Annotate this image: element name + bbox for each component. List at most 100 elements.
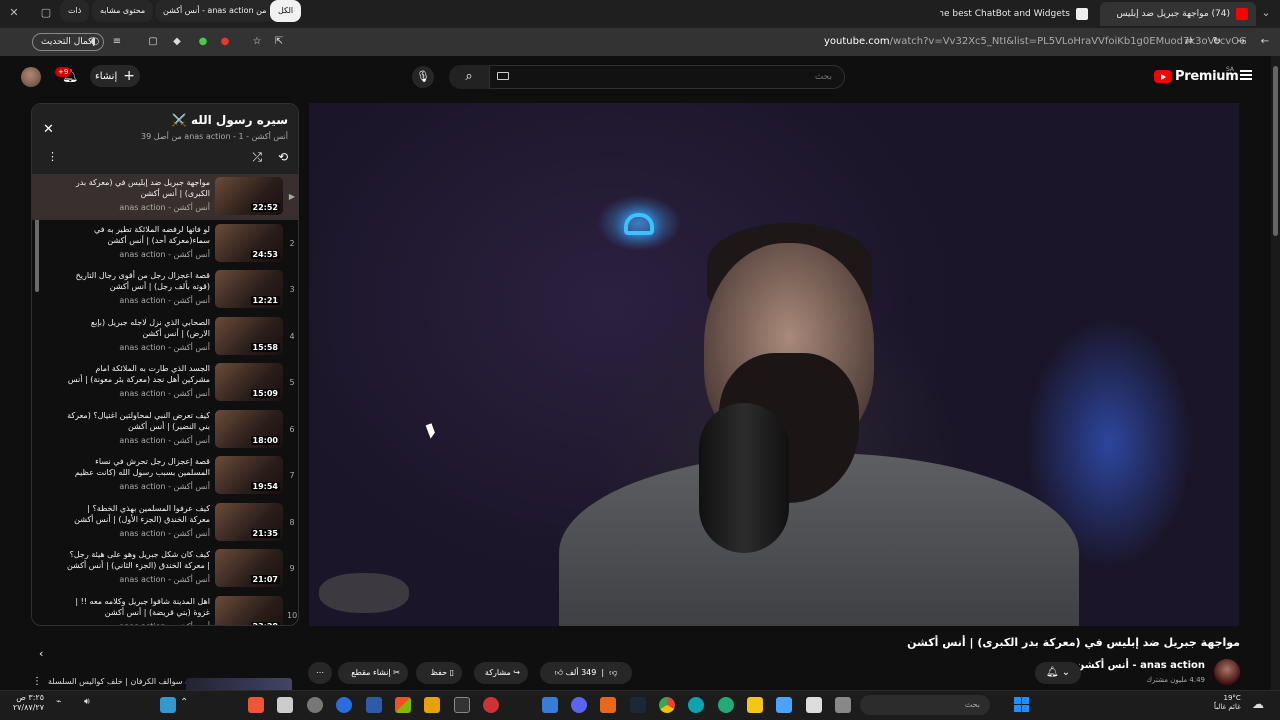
site-settings-icon[interactable]: ⇌ bbox=[1182, 35, 1196, 49]
video-thumbnail[interactable]: 15:58 bbox=[215, 316, 283, 355]
hamburger-menu-icon[interactable] bbox=[1240, 70, 1252, 80]
taskbar-app-icon[interactable] bbox=[483, 697, 499, 713]
share-page-icon[interactable]: ⇱ bbox=[272, 35, 286, 49]
playlist-item[interactable]: 2 24:53 لو فاتها لرفضه الملائكة تطير به في… bbox=[32, 221, 298, 267]
video-thumbnail[interactable]: 23:28 bbox=[215, 595, 283, 625]
extension-icon[interactable]: ≡ bbox=[110, 35, 124, 49]
taskbar-app-icon[interactable] bbox=[424, 697, 440, 713]
save-button[interactable]: ▯ حفظ bbox=[416, 662, 462, 684]
taskbar-app-icon[interactable] bbox=[248, 697, 264, 713]
steam-icon[interactable] bbox=[630, 697, 646, 713]
extension-icon[interactable]: ◐ bbox=[88, 35, 102, 49]
playlist-item[interactable]: 5 15:09 الجسد الذي طارت به الملائكة امام م… bbox=[32, 360, 298, 406]
search-icon: ⌕ bbox=[465, 69, 473, 84]
extension-icon[interactable]: ● bbox=[218, 35, 232, 49]
playlist-item[interactable]: 3 12:21 قصة اعجزال رجل من أقوى رجال التاري… bbox=[32, 267, 298, 313]
video-thumbnail[interactable]: 18:00 bbox=[215, 409, 283, 448]
tab-chatbot[interactable]: The best ChatBot and Widgets bbox=[940, 2, 1096, 26]
chip-partial[interactable]: ذات bbox=[60, 0, 90, 22]
taskbar-search-input[interactable]: بحث bbox=[860, 695, 990, 715]
playlist-item[interactable]: 7 19:54 قصة إعجزال رجل تحرش في نساء المسلم… bbox=[32, 453, 298, 499]
system-clock[interactable]: ٣:٢٥ ص ٢٧/٨٧/٢٧ bbox=[4, 693, 44, 713]
weather-widget[interactable]: 19°C غائم غالباً bbox=[1214, 694, 1241, 712]
extension-icon[interactable]: ▢ bbox=[146, 35, 160, 49]
close-icon[interactable]: ✕ bbox=[43, 122, 54, 137]
chrome-icon[interactable] bbox=[659, 697, 675, 713]
shuffle-icon[interactable]: ⤮ bbox=[252, 150, 262, 165]
video-thumbnail[interactable]: 24:53 bbox=[215, 223, 283, 262]
voice-search-icon[interactable]: 🎙︎ bbox=[412, 66, 434, 88]
chevron-up-icon[interactable]: ⌃ bbox=[180, 697, 196, 713]
youtube-premium-logo[interactable]: Premium SA bbox=[1154, 66, 1239, 84]
forward-icon[interactable]: → bbox=[1234, 35, 1248, 49]
close-window-icon[interactable]: ✕ bbox=[0, 4, 28, 22]
reload-icon[interactable]: ↻ bbox=[1210, 35, 1224, 49]
chip-related[interactable]: محتوى مشابه bbox=[92, 0, 154, 22]
weather-cloud-icon: ☁ bbox=[1252, 697, 1264, 711]
tray-icons[interactable]: ⌁ bbox=[56, 697, 72, 713]
video-thumbnail[interactable]: 21:35 bbox=[215, 502, 283, 541]
playlist-item[interactable]: 4 15:58 الصحابي الذي نزل لاجله جبريل (بإبع… bbox=[32, 314, 298, 360]
playlist-item-title: قصة اعجزال رجل من أقوى رجال التاريخ (قوت… bbox=[75, 271, 210, 291]
loop-icon[interactable]: ⟲ bbox=[278, 150, 288, 164]
taskbar-app-icon[interactable] bbox=[366, 697, 382, 713]
maximize-window-icon[interactable]: ▢ bbox=[32, 4, 60, 22]
chevron-left-icon[interactable]: ‹ bbox=[39, 647, 43, 660]
video-thumbnail[interactable]: 22:52 bbox=[215, 177, 283, 215]
file-explorer-icon[interactable] bbox=[747, 697, 763, 713]
playlist-item[interactable]: 6 18:00 كيف تعرض النبي لمحاولتين اغتيال؟ (… bbox=[32, 407, 298, 453]
taskbar-app-icon[interactable] bbox=[600, 697, 616, 713]
video-thumbnail[interactable]: 15:09 bbox=[215, 363, 283, 401]
scrollbar-thumb[interactable] bbox=[1273, 66, 1278, 236]
playlist-item[interactable]: 10 23:28 اهل المدينة شافوا جبريل وكلامه مع… bbox=[32, 593, 298, 625]
more-options-icon[interactable]: ⋮ bbox=[32, 676, 42, 687]
video-thumbnail[interactable]: 19:54 bbox=[215, 456, 283, 494]
recommended-video-thumbnail[interactable] bbox=[186, 678, 292, 690]
tab-search-icon[interactable]: ⌄ bbox=[1252, 4, 1280, 22]
windows-start-icon[interactable] bbox=[1014, 697, 1029, 712]
recommended-video-title[interactable]: جلسة سوالف الكرفان | خلف كواليس السلسلة bbox=[48, 677, 204, 686]
avatar[interactable] bbox=[21, 67, 41, 87]
store-icon[interactable] bbox=[806, 697, 822, 713]
office-icon[interactable] bbox=[395, 697, 411, 713]
search-input[interactable] bbox=[489, 65, 845, 89]
more-actions-button[interactable]: ⋯ bbox=[308, 662, 332, 684]
extension-icon[interactable]: ● bbox=[196, 35, 210, 49]
channel-avatar[interactable] bbox=[1214, 659, 1240, 685]
playlist-title[interactable]: سيره رسول الله ⚔️ bbox=[172, 113, 288, 127]
tray-app-icon[interactable] bbox=[160, 697, 176, 713]
taskbar-app-icon[interactable] bbox=[542, 697, 558, 713]
discord-icon[interactable] bbox=[571, 697, 587, 713]
subscribed-bell-button[interactable]: 🔔︎ ⌄ bbox=[1035, 662, 1081, 684]
chip-all[interactable]: الكل bbox=[270, 0, 302, 22]
search-button[interactable]: ⌕ bbox=[449, 65, 489, 89]
channel-name[interactable]: anas action - أنس أكشن bbox=[1076, 660, 1205, 671]
bookmark-star-icon[interactable]: ☆ bbox=[250, 35, 264, 49]
like-dislike-button[interactable]: 👎︎ | 349 ألف 👍︎ bbox=[540, 662, 632, 684]
video-thumbnail[interactable]: 12:21 bbox=[215, 270, 283, 308]
taskbar-app-icon[interactable] bbox=[336, 697, 352, 713]
playlist-item[interactable]: 8 21:35 كيف عرفوا المسلمين بهذي الخطة؟ | م… bbox=[32, 500, 298, 546]
playlist-item[interactable]: 9 21:07 كيف كان شكل جبريل وهو على هيئة رجل… bbox=[32, 546, 298, 592]
extension-icon[interactable]: ◆ bbox=[170, 35, 184, 49]
back-icon[interactable]: ← bbox=[1258, 35, 1272, 49]
chip-from-channel[interactable]: من anas action - أنس أكشن bbox=[155, 0, 275, 22]
edge-icon[interactable] bbox=[688, 697, 704, 713]
taskbar-app-icon[interactable] bbox=[718, 697, 734, 713]
playlist-item[interactable]: ▶ 22:52 مواجهة جبريل ضد إبليس في (معركة بد… bbox=[32, 174, 298, 220]
more-options-icon[interactable]: ⋮ bbox=[47, 150, 58, 163]
taskbar-app-icon[interactable] bbox=[307, 697, 323, 713]
keyboard-icon[interactable] bbox=[497, 72, 509, 80]
clip-button[interactable]: ✂ إنشاء مقطع bbox=[338, 662, 408, 684]
taskbar-app-icon[interactable] bbox=[454, 697, 470, 713]
share-button[interactable]: ↪ مشاركة bbox=[474, 662, 528, 684]
video-thumbnail[interactable]: 21:07 bbox=[215, 549, 283, 587]
create-button[interactable]: إنشاء + bbox=[90, 65, 140, 87]
video-player[interactable] bbox=[309, 103, 1239, 626]
task-view-icon[interactable] bbox=[835, 697, 851, 713]
taskbar-app-icon[interactable] bbox=[776, 697, 792, 713]
tab-youtube[interactable]: (74) مواجهة جبريل ضد إبليس bbox=[1100, 2, 1256, 26]
page-scrollbar[interactable] bbox=[1271, 56, 1280, 690]
taskbar-app-icon[interactable] bbox=[277, 697, 293, 713]
volume-icon[interactable]: 🔊︎ bbox=[84, 697, 100, 713]
